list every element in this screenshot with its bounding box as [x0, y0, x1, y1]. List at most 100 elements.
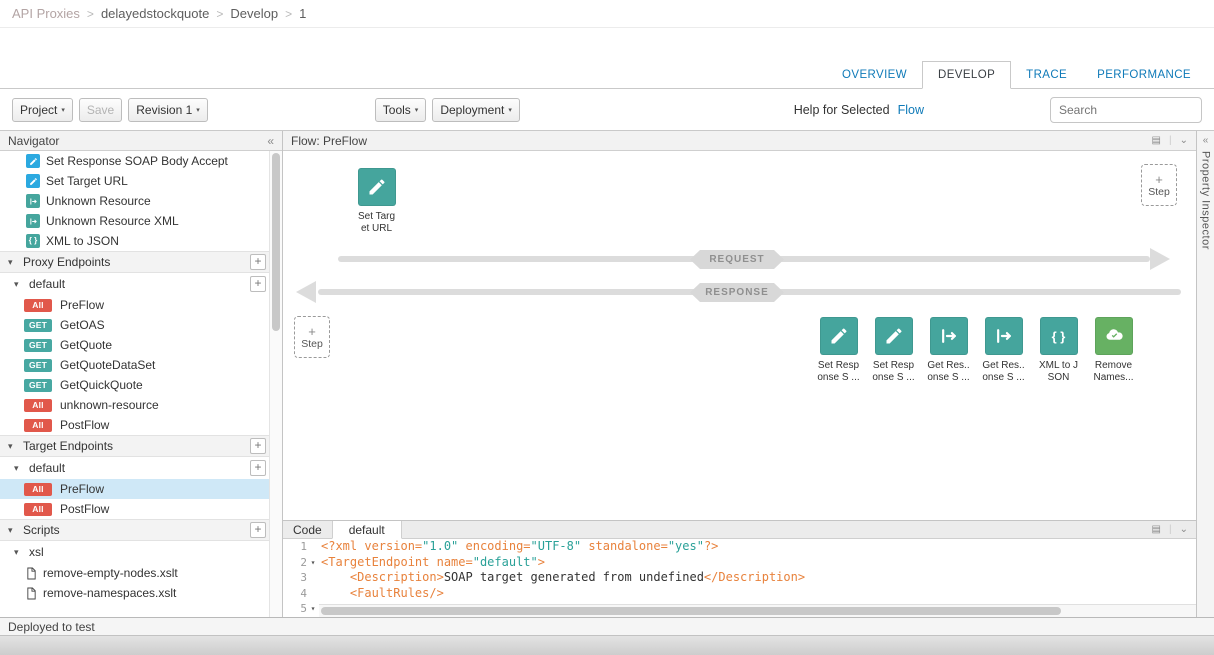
add-button[interactable]: +: [250, 522, 266, 538]
flow-policy-set-resp-onse-s[interactable]: Set Response S ...: [811, 317, 866, 384]
navigator-policy-set-target-url[interactable]: Set Target URL: [0, 171, 282, 191]
flow-policy-get-res-onse-s[interactable]: Get Res..onse S ...: [921, 317, 976, 384]
method-badge: GET: [24, 379, 52, 392]
flow-policy-xml-to-j-son[interactable]: { }XML to JSON: [1031, 317, 1086, 384]
navigator-file-remove-empty-nodes-xslt[interactable]: remove-empty-nodes.xslt: [0, 563, 282, 583]
add-step-button-request[interactable]: + Step: [1141, 164, 1177, 206]
toolbar-center-group: Tools ▾ Deployment ▾: [375, 98, 526, 122]
navigator-flow-getquote[interactable]: GETGetQuote: [0, 335, 282, 355]
save-button-label: Save: [87, 103, 114, 117]
help-flow-link[interactable]: Flow: [898, 103, 924, 117]
scrollbar-thumb[interactable]: [321, 607, 1061, 615]
tabs: OVERVIEWDEVELOPTRACEPERFORMANCE: [0, 28, 1214, 89]
breadcrumb-item-api-proxies[interactable]: API Proxies: [12, 6, 80, 21]
tab-develop-1[interactable]: DEVELOP: [922, 61, 1011, 89]
flow-policy-set-targ-et-url[interactable]: Set Target URL: [349, 168, 404, 235]
file-icon: [26, 587, 37, 600]
add-step-button-response[interactable]: + Step: [294, 316, 330, 358]
navigator-flow-postflow[interactable]: AllPostFlow: [0, 415, 282, 435]
navigator-subsection-default[interactable]: ▾ default +: [0, 273, 282, 295]
scrollbar-thumb[interactable]: [272, 153, 280, 331]
deployment-button[interactable]: Deployment ▾: [432, 98, 520, 122]
navigator-flow-postflow-1[interactable]: AllPostFlow: [0, 499, 282, 519]
chevron-down-icon: ▾: [196, 106, 200, 114]
flow-policy-label: Get Res..onse S ...: [927, 360, 969, 384]
section-label: default: [29, 461, 65, 475]
navigator-section-scripts[interactable]: ▾Scripts+: [0, 519, 282, 541]
navigator-flow-getquotedataset[interactable]: GETGetQuoteDataSet: [0, 355, 282, 375]
code-horizontal-scrollbar[interactable]: [319, 604, 1196, 617]
flow-policy-get-res-onse-s-1[interactable]: Get Res..onse S ...: [976, 317, 1031, 384]
search-input[interactable]: [1050, 97, 1202, 123]
collapse-panel-icon[interactable]: ⌄: [1180, 135, 1188, 146]
add-button[interactable]: +: [250, 460, 266, 476]
collapse-caret-icon[interactable]: ▾: [8, 525, 17, 536]
navigator-flow-preflow-1[interactable]: AllPreFlow: [0, 479, 282, 499]
section-label: default: [29, 277, 65, 291]
code-tab-default[interactable]: default: [332, 521, 402, 539]
save-button[interactable]: Save: [79, 98, 122, 122]
policy-label: Set Target URL: [46, 174, 128, 188]
response-policies: Set Response S ...Set Response S ...Get …: [811, 317, 1141, 384]
navigator-policy-set-response-soap-body-accept[interactable]: Set Response SOAP Body Accept: [0, 151, 282, 171]
split-view-icon[interactable]: ▤: [1152, 524, 1161, 535]
collapse-caret-icon[interactable]: ▾: [8, 441, 17, 452]
navigator-policy-xml-to-json[interactable]: { }XML to JSON: [0, 231, 282, 251]
breadcrumb-item-delayedstockquote[interactable]: delayedstockquote: [101, 6, 209, 21]
code-header-icons: ▤ | ⌄: [1144, 524, 1196, 535]
breadcrumb-item-develop[interactable]: Develop: [230, 6, 278, 21]
collapse-caret-icon[interactable]: ▾: [14, 463, 23, 474]
collapse-panel-icon[interactable]: ⌄: [1180, 524, 1188, 535]
tools-button[interactable]: Tools ▾: [375, 98, 427, 122]
navigator-policy-unknown-resource[interactable]: Unknown Resource: [0, 191, 282, 211]
tab-performance[interactable]: PERFORMANCE: [1082, 62, 1206, 88]
navigator-scrollbar[interactable]: [269, 151, 282, 617]
navigator-section-proxy-endpoints[interactable]: ▾Proxy Endpoints+: [0, 251, 282, 273]
add-button[interactable]: +: [250, 276, 266, 292]
flow-policy-label: Set Target URL: [358, 211, 395, 235]
navigator-flow-unknown-resource-1[interactable]: Allunknown-resource: [0, 395, 282, 415]
collapse-caret-icon[interactable]: ▾: [8, 257, 17, 268]
fold-caret-icon[interactable]: ▾: [307, 601, 319, 617]
split-view-icon[interactable]: ▤: [1152, 135, 1161, 146]
collapse-navigator-icon[interactable]: «: [267, 134, 274, 148]
revision-button[interactable]: Revision 1 ▾: [128, 98, 208, 122]
tab-overview[interactable]: OVERVIEW: [827, 62, 922, 88]
code-line: 3 <Description>SOAP target generated fro…: [283, 570, 1196, 586]
navigator-title: Navigator: [8, 134, 59, 148]
flow-canvas: + Step Set Target URL REQUEST RESPONSE +…: [283, 151, 1196, 520]
navigator-body: Set Response SOAP Body Accept Set Target …: [0, 151, 282, 617]
navigator-section-target-endpoints[interactable]: ▾Target Endpoints+: [0, 435, 282, 457]
policy-label: Set Response SOAP Body Accept: [46, 154, 228, 168]
revision-button-label: Revision 1: [136, 103, 192, 117]
collapse-caret-icon[interactable]: ▾: [14, 547, 23, 558]
fold-gutter: [307, 570, 319, 586]
flow-label: PostFlow: [60, 502, 109, 516]
fold-caret-icon[interactable]: ▾: [307, 555, 319, 571]
step-button-label: Step: [1148, 186, 1170, 198]
code-editor[interactable]: 1<?xml version="1.0" encoding="UTF-8" st…: [283, 539, 1196, 617]
separator: |: [1169, 524, 1172, 535]
expand-inspector-icon[interactable]: «: [1203, 135, 1209, 146]
file-label: remove-namespaces.xslt: [43, 586, 176, 600]
breadcrumb-item-1[interactable]: 1: [299, 6, 306, 21]
flow-label: PreFlow: [60, 298, 104, 312]
navigator-file-remove-namespaces-xslt[interactable]: remove-namespaces.xslt: [0, 583, 282, 603]
navigator-flow-getoas[interactable]: GETGetOAS: [0, 315, 282, 335]
add-button[interactable]: +: [250, 254, 266, 270]
add-button[interactable]: +: [250, 438, 266, 454]
navigator-subsection-xsl[interactable]: ▾xsl: [0, 541, 282, 563]
flow-policy-label: RemoveNames...: [1093, 360, 1133, 384]
flow-policy-remove-names[interactable]: RemoveNames...: [1086, 317, 1141, 384]
collapse-caret-icon[interactable]: ▾: [14, 279, 23, 290]
fold-gutter: [307, 539, 319, 555]
method-badge: All: [24, 299, 52, 312]
navigator-subsection-default-1[interactable]: ▾ default +: [0, 457, 282, 479]
navigator-flow-getquickquote[interactable]: GETGetQuickQuote: [0, 375, 282, 395]
navigator-policy-unknown-resource-xml[interactable]: Unknown Resource XML: [0, 211, 282, 231]
navigator-flow-preflow[interactable]: All PreFlow: [0, 295, 282, 315]
tab-trace[interactable]: TRACE: [1011, 62, 1082, 88]
line-number: 5: [283, 601, 307, 617]
flow-policy-set-resp-onse-s-1[interactable]: Set Response S ...: [866, 317, 921, 384]
project-button[interactable]: Project ▾: [12, 98, 73, 122]
